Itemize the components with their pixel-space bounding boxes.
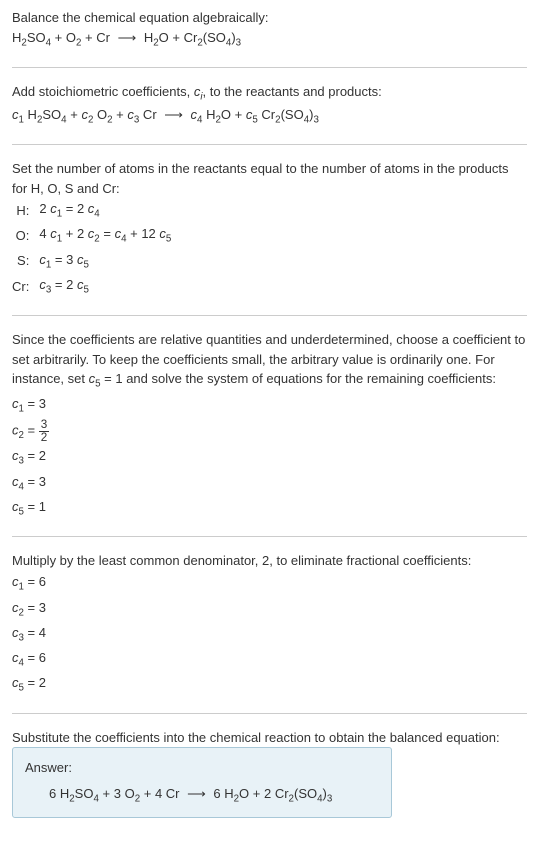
element-label: Cr:: [12, 274, 39, 299]
list-item: c3 = 2: [12, 446, 527, 469]
step-multiply-lcm: Multiply by the least common denominator…: [12, 551, 527, 697]
step-solve-initial: Since the coefficients are relative quan…: [12, 330, 527, 520]
step-balance-intro: Balance the chemical equation algebraica…: [12, 8, 527, 51]
list-item: c1 = 3: [12, 394, 527, 417]
atom-equation-table: H: 2 c1 = 2 c4 O: 4 c1 + 2 c2 = c4 + 12 …: [12, 198, 177, 299]
divider: [12, 67, 527, 68]
table-row: Cr: c3 = 2 c5: [12, 274, 177, 299]
step6-text: Substitute the coefficients into the che…: [12, 728, 527, 748]
element-equation: 4 c1 + 2 c2 = c4 + 12 c5: [39, 223, 177, 248]
initial-coefficients: c1 = 3 c2 = 32 c3 = 2 c4 = 3 c5 = 1: [12, 394, 527, 520]
step-stoich: Add stoichiometric coefficients, ci, to …: [12, 82, 527, 128]
step2-text: Add stoichiometric coefficients, ci, to …: [12, 82, 527, 105]
list-item: c2 = 3: [12, 598, 527, 621]
element-label: S:: [12, 249, 39, 274]
list-item: c4 = 3: [12, 472, 527, 495]
list-item: c5 = 2: [12, 673, 527, 696]
list-item: c5 = 1: [12, 497, 527, 520]
list-item: c1 = 6: [12, 572, 527, 595]
divider: [12, 315, 527, 316]
step-substitute: Substitute the coefficients into the che…: [12, 728, 527, 818]
divider: [12, 713, 527, 714]
element-label: O:: [12, 223, 39, 248]
list-item: c3 = 4: [12, 623, 527, 646]
divider: [12, 536, 527, 537]
stoich-equation: c1 H2SO4 + c2 O2 + c3 Cr ⟶ c4 H2O + c5 C…: [12, 105, 527, 128]
answer-label: Answer:: [25, 758, 379, 778]
balanced-equation: 6 H2SO4 + 3 O2 + 4 Cr ⟶ 6 H2O + 2 Cr2(SO…: [25, 784, 379, 807]
element-label: H:: [12, 198, 39, 223]
list-item: c4 = 6: [12, 648, 527, 671]
element-equation: c1 = 3 c5: [39, 249, 177, 274]
divider: [12, 144, 527, 145]
final-coefficients: c1 = 6 c2 = 3 c3 = 4 c4 = 6 c5 = 2: [12, 572, 527, 696]
step4-text: Since the coefficients are relative quan…: [12, 330, 527, 392]
step1-text: Balance the chemical equation algebraica…: [12, 8, 527, 28]
answer-box: Answer: 6 H2SO4 + 3 O2 + 4 Cr ⟶ 6 H2O + …: [12, 747, 392, 818]
unbalanced-equation: H2SO4 + O2 + Cr ⟶ H2O + Cr2(SO4)3: [12, 28, 527, 51]
step5-text: Multiply by the least common denominator…: [12, 551, 527, 571]
step3-text: Set the number of atoms in the reactants…: [12, 159, 527, 198]
table-row: O: 4 c1 + 2 c2 = c4 + 12 c5: [12, 223, 177, 248]
list-item: c2 = 32: [12, 419, 527, 444]
step-atom-equations: Set the number of atoms in the reactants…: [12, 159, 527, 299]
element-equation: c3 = 2 c5: [39, 274, 177, 299]
element-equation: 2 c1 = 2 c4: [39, 198, 177, 223]
table-row: S: c1 = 3 c5: [12, 249, 177, 274]
table-row: H: 2 c1 = 2 c4: [12, 198, 177, 223]
